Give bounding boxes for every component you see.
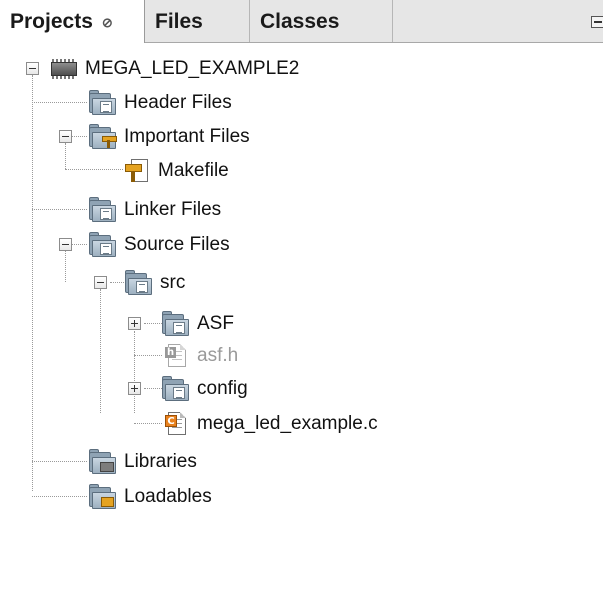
- folder-icon: [161, 376, 191, 402]
- makefile-icon: [122, 158, 152, 184]
- tab-files-label: Files: [155, 9, 203, 33]
- chip-icon: [49, 56, 79, 82]
- tree-item-libraries[interactable]: Libraries: [88, 445, 197, 479]
- tree-item-asf-h[interactable]: h asf.h: [161, 339, 238, 373]
- folder-icon: [124, 270, 154, 296]
- tree-item-source-files[interactable]: Source Files: [88, 228, 230, 262]
- collapse-icon[interactable]: [59, 130, 72, 143]
- tree-item-loadables[interactable]: Loadables: [88, 480, 212, 514]
- tree-item-label: Loadables: [124, 486, 212, 507]
- expand-icon[interactable]: [128, 382, 141, 395]
- tree-guide: [32, 75, 33, 491]
- tree-item-project[interactable]: MEGA_LED_EXAMPLE2: [49, 52, 299, 86]
- tree-guide: [65, 169, 123, 170]
- tree-item-asf[interactable]: ASF: [161, 307, 234, 341]
- tree-item-important-files[interactable]: Important Files: [88, 120, 250, 154]
- tree-item-label: mega_led_example.c: [197, 413, 378, 434]
- header-file-icon: h: [161, 343, 191, 369]
- tree-item-makefile[interactable]: Makefile: [122, 154, 229, 188]
- tree-guide: [144, 323, 162, 324]
- folder-icon: [88, 197, 118, 223]
- tree-item-label: src: [160, 272, 186, 293]
- tree-item-label: Source Files: [124, 234, 230, 255]
- project-tree: MEGA_LED_EXAMPLE2 Header Files Important…: [0, 43, 603, 609]
- tree-guide: [100, 289, 101, 413]
- tree-guide: [32, 102, 87, 103]
- tree-guide: [32, 496, 87, 497]
- tree-item-label: MEGA_LED_EXAMPLE2: [85, 58, 300, 79]
- tab-files[interactable]: Files: [145, 0, 250, 43]
- tree-guide: [134, 355, 162, 356]
- tab-classes[interactable]: Classes: [250, 0, 393, 43]
- tree-guide: [134, 423, 162, 424]
- close-icon[interactable]: ⊘: [102, 15, 113, 31]
- folder-icon: [88, 484, 118, 510]
- tree-item-linker-files[interactable]: Linker Files: [88, 193, 221, 227]
- tree-item-label: Header Files: [124, 92, 232, 113]
- tree-item-label: Linker Files: [124, 199, 222, 220]
- folder-icon: [161, 311, 191, 337]
- tree-item-label: Makefile: [158, 160, 229, 181]
- tree-item-label: Libraries: [124, 451, 197, 472]
- tree-guide: [65, 251, 66, 282]
- collapse-icon[interactable]: [59, 238, 72, 251]
- tab-classes-label: Classes: [260, 9, 340, 33]
- tree-guide: [32, 461, 87, 462]
- tree-item-label: asf.h: [197, 345, 239, 366]
- folder-icon: [88, 90, 118, 116]
- tree-guide: [32, 209, 87, 210]
- folder-icon: [88, 232, 118, 258]
- tree-item-label: config: [197, 378, 248, 399]
- tree-guide: [65, 143, 66, 169]
- folder-icon: [88, 449, 118, 475]
- tree-item-label: ASF: [197, 313, 234, 334]
- tree-item-config[interactable]: config: [161, 372, 248, 406]
- expand-icon[interactable]: [128, 317, 141, 330]
- tree-item-src[interactable]: src: [124, 266, 185, 300]
- minimize-icon[interactable]: [591, 16, 603, 28]
- collapse-icon[interactable]: [94, 276, 107, 289]
- collapse-icon[interactable]: [26, 62, 39, 75]
- tree-item-label: Important Files: [124, 126, 250, 147]
- folder-icon: [88, 124, 118, 150]
- tab-bar: Projects ⊘ Files Classes: [0, 0, 603, 43]
- tree-item-header-files[interactable]: Header Files: [88, 86, 232, 120]
- tree-guide: [144, 388, 162, 389]
- tree-guide: [110, 282, 124, 283]
- tab-projects[interactable]: Projects ⊘: [0, 0, 145, 43]
- c-file-icon: C: [161, 411, 191, 437]
- tab-projects-label: Projects: [10, 9, 93, 33]
- tree-item-main-c[interactable]: C mega_led_example.c: [161, 407, 378, 441]
- tree-guide: [134, 331, 135, 413]
